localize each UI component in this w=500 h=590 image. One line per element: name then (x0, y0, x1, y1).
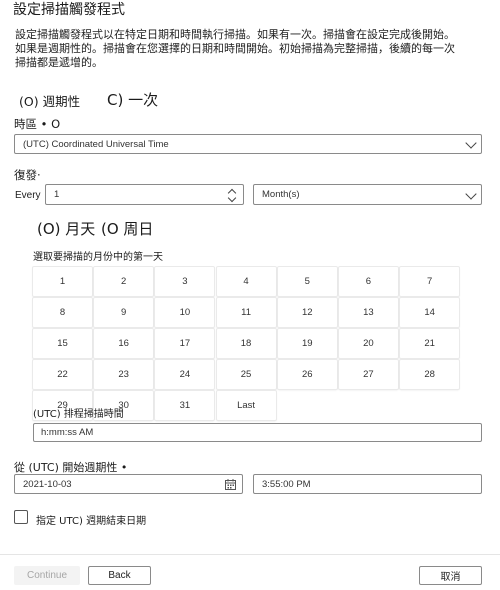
day-option-last[interactable]: Last (216, 391, 276, 420)
day-option-7[interactable]: 7 (400, 267, 460, 296)
every-label: Every (15, 190, 41, 201)
day-option-28[interactable]: 28 (400, 360, 460, 389)
day-option-4[interactable]: 4 (216, 267, 276, 296)
interval-unit-value: Month(s) (262, 189, 300, 200)
end-date-checkbox[interactable] (14, 510, 28, 524)
day-option-22[interactable]: 22 (33, 360, 92, 389)
day-option-24[interactable]: 24 (155, 360, 215, 389)
day-option-9[interactable]: 9 (94, 298, 154, 327)
chevron-down-icon (465, 187, 477, 200)
day-option-10[interactable]: 10 (155, 298, 215, 327)
start-label: 從 (UTC) 開始週期性 • (14, 461, 128, 474)
day-option-5[interactable]: 5 (277, 267, 337, 296)
day-option-18[interactable]: 18 (216, 329, 276, 358)
interval-unit-select[interactable]: Month(s) (253, 184, 482, 205)
day-picker-grid: 1 2 3 4 5 6 7 8 9 10 11 12 13 14 15 16 17 18 19 20 21 22 23 24 2… (33, 267, 460, 420)
radio-once[interactable]: C) 一次 (107, 89, 158, 110)
dialog-title: 設定掃描觸發程式 (13, 2, 125, 18)
start-date-input[interactable]: 2021-10-03 (14, 474, 243, 494)
day-option-6[interactable]: 6 (338, 267, 398, 296)
schedule-time-value: h:mm:ss AM (41, 427, 94, 438)
cancel-button[interactable]: 取消 (419, 566, 482, 585)
repeat-label: 復發· (14, 168, 41, 182)
day-option-2[interactable]: 2 (94, 267, 154, 296)
start-time-value: 3:55:00 PM (262, 478, 311, 490)
interval-value: 1 (54, 189, 60, 200)
day-picker-label: 選取要掃描的月份中的第一天 (33, 252, 163, 263)
radio-recurring[interactable]: (O) 週期性 (19, 91, 80, 110)
day-option-3[interactable]: 3 (155, 267, 215, 296)
day-option-8[interactable]: 8 (33, 298, 92, 327)
interval-stepper[interactable]: 1 (45, 184, 244, 205)
chevron-down-icon (465, 137, 477, 149)
stepper-arrows-icon[interactable] (227, 187, 237, 203)
day-option-12[interactable]: 12 (277, 298, 337, 327)
dialog-description: 設定掃描觸發程式以在特定日期和時間執行掃描。如果有一次。掃描會在設定完成後開始。… (15, 28, 455, 69)
start-time-input[interactable]: 3:55:00 PM (253, 474, 482, 494)
day-option-31[interactable]: 31 (155, 391, 215, 420)
start-date-value: 2021-10-03 (23, 478, 72, 490)
day-option-11[interactable]: 11 (216, 298, 276, 327)
timezone-label: 時區 • O (14, 117, 61, 131)
day-option-20[interactable]: 20 (338, 329, 398, 358)
calendar-icon[interactable] (225, 479, 236, 490)
back-button[interactable]: Back (88, 566, 151, 585)
continue-button[interactable]: Continue (14, 566, 80, 585)
timezone-value: (UTC) Coordinated Universal Time (23, 138, 169, 150)
day-option-27[interactable]: 27 (338, 360, 398, 389)
day-option-21[interactable]: 21 (400, 329, 460, 358)
day-option-23[interactable]: 23 (94, 360, 154, 389)
footer-divider (0, 554, 500, 555)
day-option-15[interactable]: 15 (33, 329, 92, 358)
schedule-time-input[interactable]: h:mm:ss AM (33, 423, 482, 442)
day-option-1[interactable]: 1 (33, 267, 92, 296)
day-option-14[interactable]: 14 (400, 298, 460, 327)
day-option-25[interactable]: 25 (216, 360, 276, 389)
radio-day-of-month[interactable]: (O) 月天 (37, 218, 95, 239)
day-option-19[interactable]: 19 (277, 329, 337, 358)
schedule-time-label: (UTC) 排程掃描時間 (33, 409, 124, 420)
end-date-label: 指定 UTC) 週期結束日期 (36, 516, 147, 527)
timezone-select[interactable]: (UTC) Coordinated Universal Time (14, 134, 482, 154)
day-option-26[interactable]: 26 (277, 360, 337, 389)
day-option-13[interactable]: 13 (338, 298, 398, 327)
day-option-16[interactable]: 16 (94, 329, 154, 358)
day-option-17[interactable]: 17 (155, 329, 215, 358)
radio-day-of-week[interactable]: (O 周日 (101, 218, 153, 239)
